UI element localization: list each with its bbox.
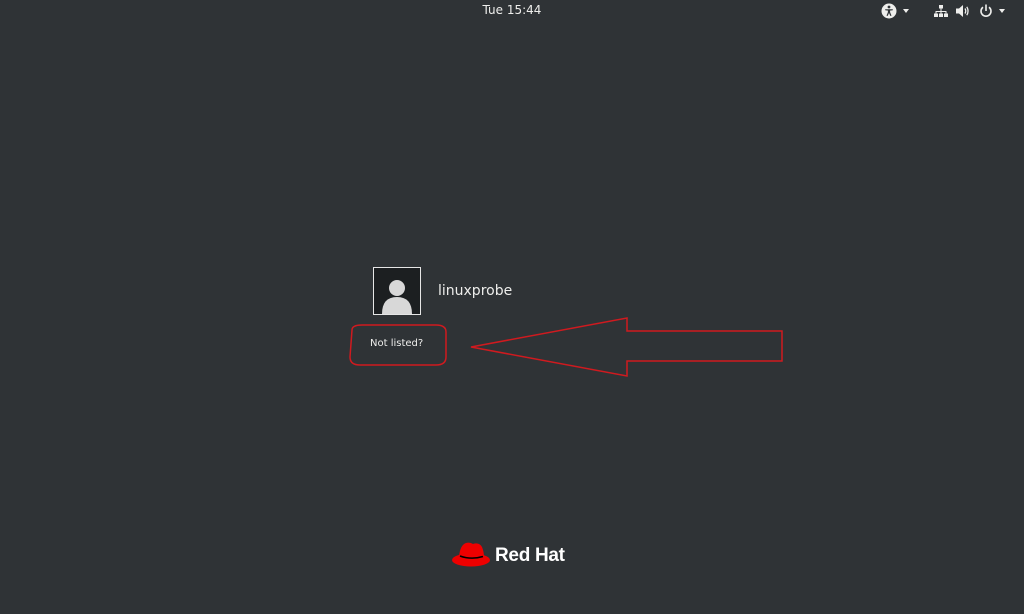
accessibility-icon <box>881 3 897 19</box>
red-hat-logo: Red Hat <box>451 538 565 574</box>
username-label: linuxprobe <box>438 283 513 299</box>
power-icon <box>979 4 993 18</box>
default-user-avatar-icon <box>373 267 421 315</box>
system-menu[interactable] <box>934 2 1005 20</box>
login-screen: Tue 15:44 linuxprobe Not listed? Red Hat <box>0 0 1024 614</box>
clock[interactable]: Tue 15:44 <box>0 3 1024 17</box>
not-listed-button[interactable]: Not listed? <box>370 338 423 349</box>
top-bar: Tue 15:44 <box>0 0 1024 22</box>
network-wired-icon <box>934 4 948 18</box>
volume-icon <box>956 4 971 18</box>
red-hat-fedora-icon <box>451 538 491 574</box>
chevron-down-icon <box>999 9 1005 13</box>
logo-text: Red Hat <box>495 545 565 566</box>
user-list-item[interactable]: linuxprobe <box>373 267 512 315</box>
accessibility-menu[interactable] <box>881 2 909 20</box>
chevron-down-icon <box>903 9 909 13</box>
arrow-left <box>470 317 783 377</box>
